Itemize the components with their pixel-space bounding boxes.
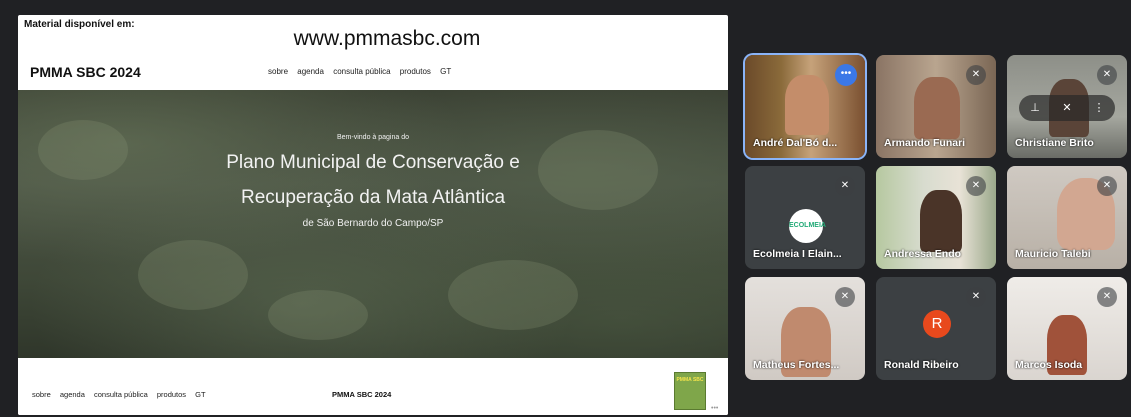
more-vert-icon[interactable]: ⋮ bbox=[1083, 95, 1115, 121]
nav-link-consulta: consulta pública bbox=[333, 67, 391, 76]
footer-brand: PMMA SBC 2024 bbox=[332, 390, 392, 399]
participant-tile-andressa[interactable]: ✕ Andressa Endo bbox=[876, 166, 996, 269]
pmma-logo: PMMA SBC bbox=[674, 372, 706, 410]
participant-tile-christiane[interactable]: ✕ ⊥ ✕ ⋮ Christiane Brito bbox=[1007, 55, 1127, 158]
participant-name: Ecolmeia I Elain... bbox=[753, 248, 842, 260]
footer-link-agenda: agenda bbox=[59, 390, 85, 399]
tile-hover-controls[interactable]: ⊥ ✕ ⋮ bbox=[1019, 95, 1115, 121]
participant-tile-ronald[interactable]: ✕ R Ronald Ribeiro bbox=[876, 277, 996, 380]
pin-icon[interactable]: ⊥ bbox=[1019, 95, 1051, 121]
participant-tile-armando[interactable]: ✕ Armando Funari bbox=[876, 55, 996, 158]
hero-subtitle: de São Bernardo do Campo/SP bbox=[302, 218, 444, 229]
mic-off-icon: ✕ bbox=[966, 176, 986, 196]
mic-off-icon: ✕ bbox=[1097, 287, 1117, 307]
hero-welcome: Bem-vindo à pagina do bbox=[337, 134, 409, 141]
nav-link-gt: GT bbox=[440, 67, 452, 76]
participant-name: Ronald Ribeiro bbox=[884, 359, 959, 371]
site-url-text: www.pmmasbc.com bbox=[293, 27, 481, 50]
nav-link-sobre: sobre bbox=[268, 67, 289, 76]
mute-icon[interactable]: ✕ bbox=[1051, 95, 1083, 121]
site-nav-links: sobre agenda consulta pública produtos G… bbox=[268, 67, 458, 76]
participant-tile-mauricio[interactable]: ✕ Mauricio Talebi bbox=[1007, 166, 1127, 269]
participant-name: Armando Funari bbox=[884, 137, 966, 149]
participant-name: André Dal'Bó d... bbox=[753, 137, 838, 149]
site-url: www.pmmasbc.com bbox=[18, 27, 728, 51]
nav-link-agenda: agenda bbox=[297, 67, 324, 76]
avatar-initial: R bbox=[923, 310, 951, 338]
mic-off-icon: ✕ bbox=[835, 176, 855, 196]
footer-link-gt: GT bbox=[195, 390, 206, 399]
participant-tile-ecolmeia[interactable]: ✕ ECOLMEIA Ecolmeia I Elain... bbox=[745, 166, 865, 269]
footer-link-sobre: sobre bbox=[32, 390, 51, 399]
participant-name: Andressa Endo bbox=[884, 248, 962, 260]
participant-name: Matheus Fortes... bbox=[753, 359, 840, 371]
footer-links: sobre agenda consulta pública produtos G… bbox=[32, 390, 213, 399]
site-footer: sobre agenda consulta pública produtos G… bbox=[18, 358, 728, 415]
participant-tile-marcos[interactable]: ✕ Marcos Isoda bbox=[1007, 277, 1127, 380]
participant-name: Marcos Isoda bbox=[1015, 359, 1083, 371]
mic-off-icon: ✕ bbox=[835, 287, 855, 307]
mic-off-icon: ✕ bbox=[966, 65, 986, 85]
ecolmeia-avatar: ECOLMEIA bbox=[789, 209, 826, 243]
participant-tile-matheus[interactable]: ✕ Matheus Fortes... bbox=[745, 277, 865, 380]
mic-off-icon: ✕ bbox=[1097, 176, 1117, 196]
mic-off-icon: ✕ bbox=[966, 287, 986, 307]
shared-screen: Material disponível em: www.pmmasbc.com … bbox=[18, 15, 728, 415]
participant-name: Christiane Brito bbox=[1015, 137, 1094, 149]
nav-link-produtos: produtos bbox=[399, 67, 431, 76]
footer-link-consulta: consulta pública bbox=[93, 390, 148, 399]
hero-title-line2: Recuperação da Mata Atlântica bbox=[240, 187, 506, 208]
hero-title-line1: Plano Municipal de Conservação e bbox=[226, 152, 520, 173]
mic-off-icon: ✕ bbox=[1097, 65, 1117, 85]
more-options-icon[interactable]: ••• bbox=[835, 64, 857, 86]
more-dots-icon: ••• bbox=[711, 405, 719, 412]
hero-forest-image: Bem-vindo à pagina do Plano Municipal de… bbox=[18, 90, 728, 358]
participant-name: Mauricio Talebi bbox=[1015, 248, 1091, 260]
participant-tile-andre[interactable]: ••• André Dal'Bó d... bbox=[745, 55, 865, 158]
site-top-nav: PMMA SBC 2024 sobre agenda consulta públ… bbox=[18, 64, 728, 86]
site-brand: PMMA SBC 2024 bbox=[30, 64, 141, 80]
footer-link-produtos: produtos bbox=[156, 390, 187, 399]
